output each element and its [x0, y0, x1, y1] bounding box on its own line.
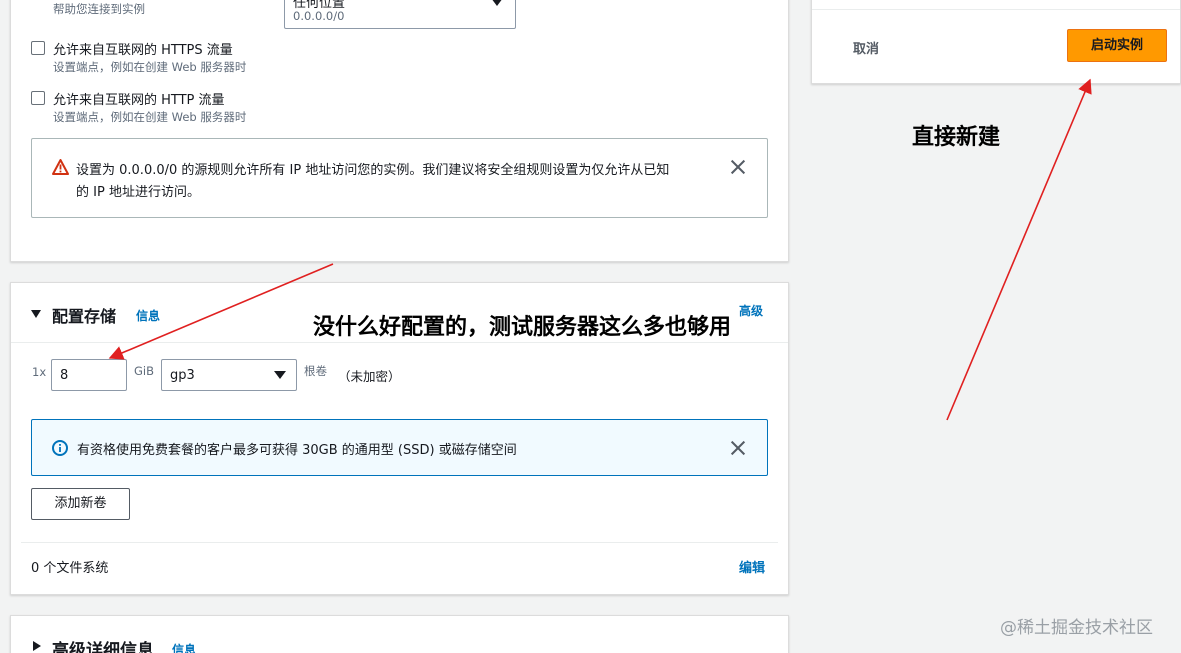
watermark: @稀土掘金技术社区 [1000, 618, 1153, 638]
arrow-to-launch-button [946, 78, 1092, 421]
arrow-to-size-input [108, 263, 334, 360]
annotation-arrows [108, 78, 1092, 421]
